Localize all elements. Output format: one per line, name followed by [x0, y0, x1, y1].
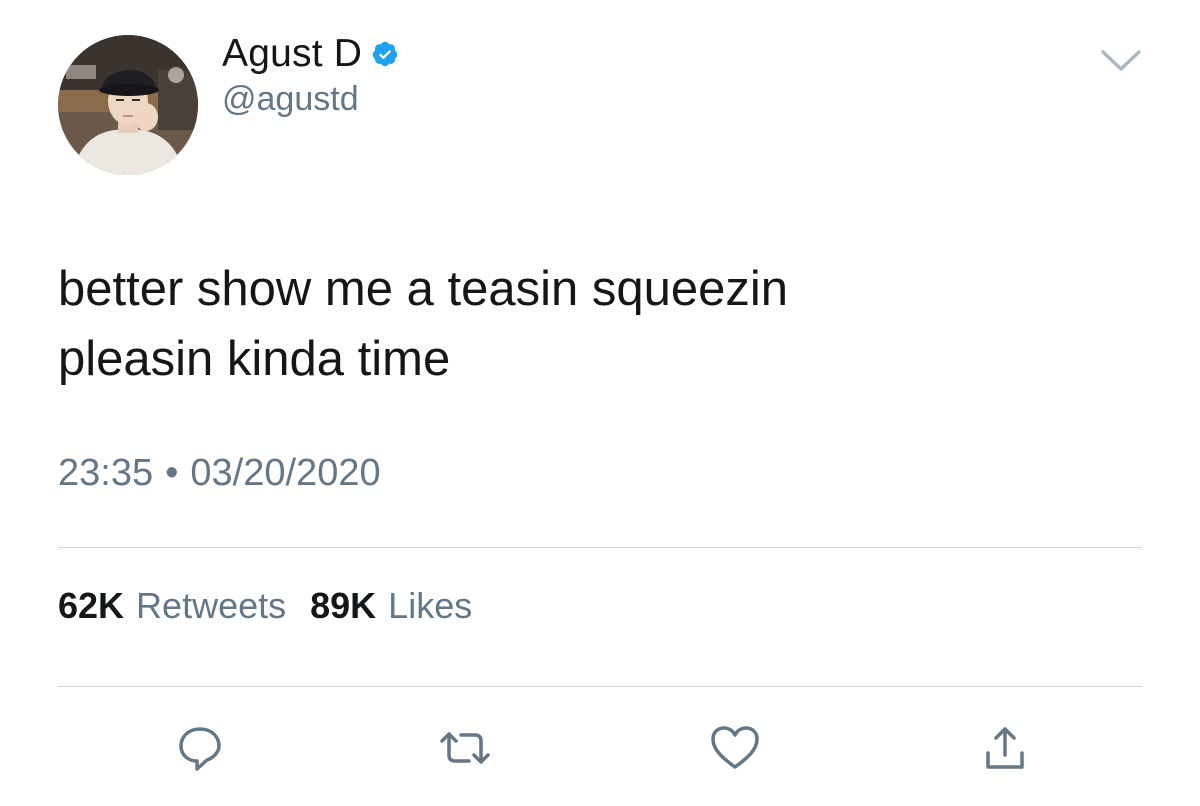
verified-badge-icon	[371, 40, 399, 68]
user-handle[interactable]: @agustd	[222, 80, 359, 119]
tweet-card: Agust D @agustd better show me a teasin …	[0, 0, 1200, 806]
like-button[interactable]	[707, 722, 763, 778]
tweet-timestamp[interactable]: 23:35 • 03/20/2020	[58, 452, 381, 495]
share-button[interactable]	[977, 722, 1033, 778]
action-bar	[0, 722, 1200, 782]
likes-label[interactable]: Likes	[388, 585, 472, 627]
share-icon	[980, 723, 1030, 778]
meta-separator: •	[165, 452, 179, 494]
reply-button[interactable]	[172, 722, 228, 778]
retweets-count[interactable]: 62K	[58, 585, 124, 627]
tweet-stats: 62K Retweets 89K Likes	[58, 585, 496, 627]
likes-count[interactable]: 89K	[310, 585, 376, 627]
name-row: Agust D	[222, 30, 399, 78]
divider	[58, 547, 1142, 548]
avatar[interactable]	[58, 35, 198, 175]
retweet-button[interactable]	[437, 722, 493, 778]
tweet-time: 23:35	[58, 452, 154, 494]
retweet-icon	[438, 723, 492, 778]
retweets-label[interactable]: Retweets	[136, 585, 286, 627]
tweet-date: 03/20/2020	[190, 452, 381, 494]
divider	[58, 686, 1142, 687]
reply-icon	[175, 723, 225, 778]
display-name[interactable]: Agust D	[222, 32, 362, 76]
tweet-text: better show me a teasin squeezin pleasin…	[58, 262, 788, 386]
chevron-down-icon[interactable]	[1100, 48, 1142, 74]
heart-icon	[709, 723, 761, 778]
